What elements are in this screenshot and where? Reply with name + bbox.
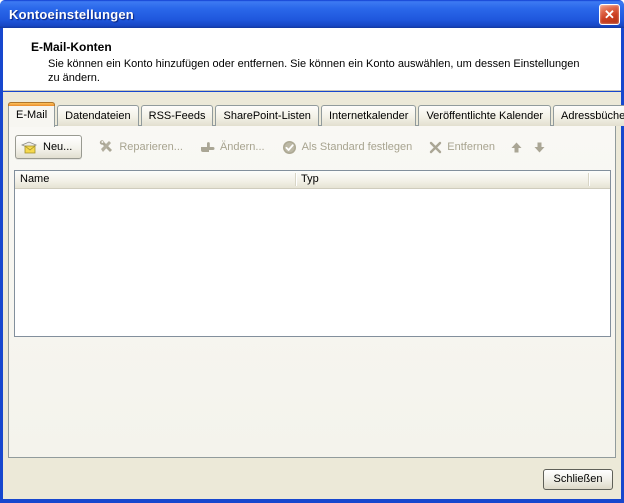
remove-label: Entfernen [447, 141, 495, 153]
remove-x-icon [429, 141, 442, 154]
new-mail-icon [21, 141, 38, 154]
header-band: E-Mail-Konten Sie können ein Konto hinzu… [3, 28, 621, 91]
page-description: Sie können ein Konto hinzufügen oder ent… [48, 57, 580, 85]
move-up-button[interactable] [510, 141, 523, 154]
tab-veroeffentlichte-kalender[interactable]: Veröffentlichte Kalender [418, 105, 551, 126]
tab-datendateien[interactable]: Datendateien [57, 105, 138, 126]
close-icon[interactable]: ✕ [599, 4, 620, 25]
tab-rss-feeds[interactable]: RSS-Feeds [141, 105, 214, 126]
tab-adressbuecher[interactable]: Adressbücher [553, 105, 624, 126]
arrow-down-icon [533, 141, 546, 154]
remove-button[interactable]: Entfernen [429, 141, 495, 154]
email-tab-panel: Neu... Reparieren... [8, 125, 616, 458]
new-account-button[interactable]: Neu... [15, 135, 82, 159]
tab-strip: E-Mail Datendateien RSS-Feeds SharePoint… [8, 101, 616, 126]
account-list[interactable]: Name Typ [14, 170, 611, 337]
tab-email[interactable]: E-Mail [8, 102, 55, 127]
arrow-up-icon [510, 141, 523, 154]
account-list-rows [15, 189, 610, 336]
set-default-label: Als Standard festlegen [302, 141, 413, 153]
account-settings-dialog: Kontoeinstellungen ✕ E-Mail-Konten Sie k… [0, 0, 624, 503]
account-toolbar: Neu... Reparieren... [15, 133, 609, 161]
tab-internetkalender[interactable]: Internetkalender [321, 105, 417, 126]
change-button[interactable]: Ändern... [200, 141, 265, 154]
set-default-button[interactable]: Als Standard festlegen [282, 140, 413, 155]
close-dialog-button[interactable]: Schließen [543, 469, 613, 490]
dialog-body: E-Mail Datendateien RSS-Feeds SharePoint… [3, 92, 621, 499]
column-header-name[interactable]: Name [15, 171, 296, 188]
repair-button[interactable]: Reparieren... [99, 140, 183, 154]
repair-label: Reparieren... [119, 141, 183, 153]
repair-tools-icon [99, 140, 114, 154]
change-hand-icon [200, 141, 215, 154]
new-account-label: Neu... [43, 141, 72, 153]
account-list-header: Name Typ [15, 171, 610, 189]
page-title: E-Mail-Konten [31, 40, 112, 54]
change-label: Ändern... [220, 141, 265, 153]
column-header-typ[interactable]: Typ [296, 171, 589, 188]
move-down-button[interactable] [533, 141, 546, 154]
tab-sharepoint-listen[interactable]: SharePoint-Listen [215, 105, 318, 126]
set-default-check-icon [282, 140, 297, 155]
window-title: Kontoeinstellungen [0, 7, 134, 22]
titlebar[interactable]: Kontoeinstellungen ✕ [0, 0, 624, 28]
column-header-blank [589, 171, 610, 188]
